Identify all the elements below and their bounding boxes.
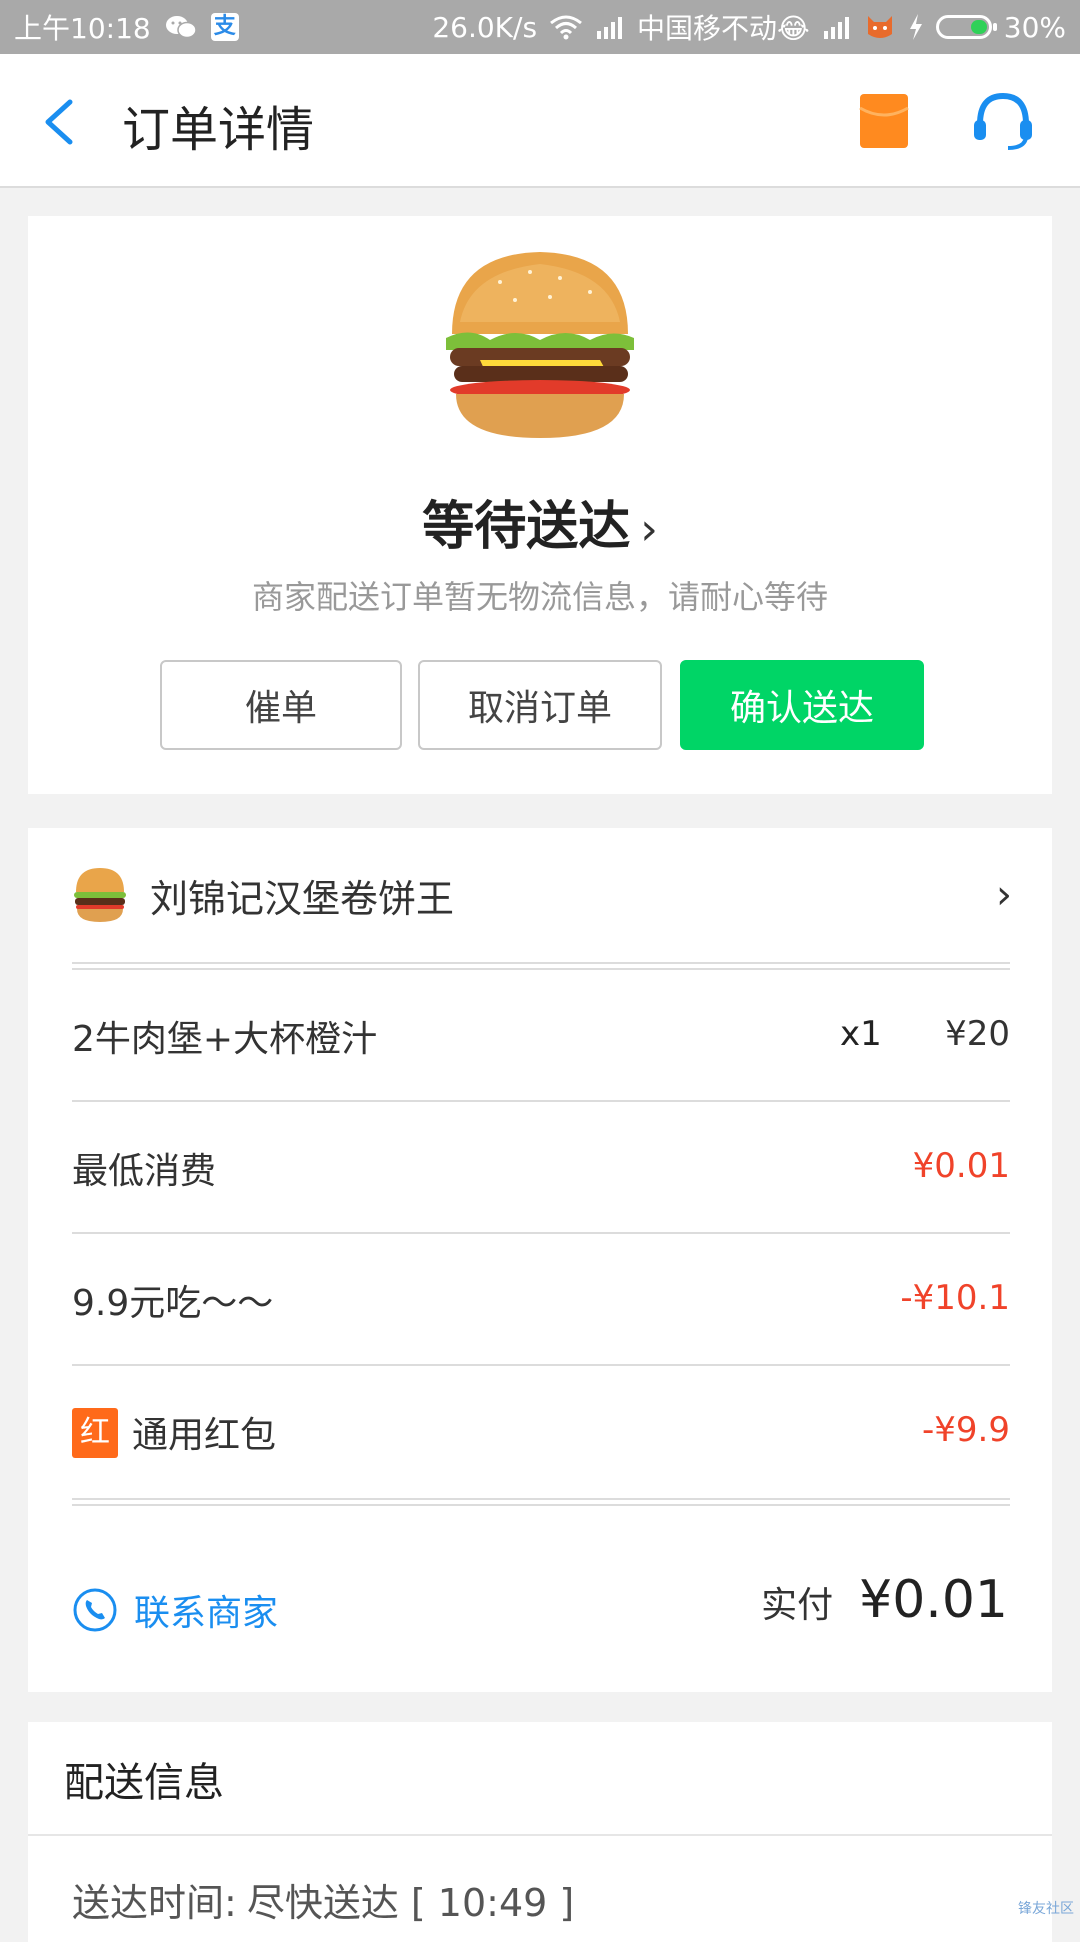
order-detail-card: 刘锦记汉堡卷饼王 › 2牛肉堡+大杯橙汁 x1 ¥20 最低消费 ¥0.01 9… bbox=[28, 828, 1052, 1692]
paid-label: 实付 bbox=[761, 1585, 834, 1626]
status-time: 上午10:18 bbox=[14, 12, 151, 45]
battery-percent: 30% bbox=[1003, 10, 1066, 44]
signal-icon bbox=[597, 17, 623, 39]
delivery-time-label: 送达时间: bbox=[72, 1881, 237, 1925]
status-bar: 上午10:18 支 26.0K/s 中国移不动😂 30% bbox=[0, 0, 1080, 54]
order-item-row: 2牛肉堡+大杯橙汁 x1 ¥20 bbox=[72, 970, 1010, 1102]
delivery-title: 配送信息 bbox=[64, 1760, 224, 1806]
red-packet-name: 通用红包 bbox=[132, 1415, 277, 1456]
shop-row[interactable]: 刘锦记汉堡卷饼王 › bbox=[28, 828, 1052, 964]
chevron-right-icon: › bbox=[640, 504, 658, 555]
divider bbox=[72, 1498, 1010, 1506]
battery-icon bbox=[935, 15, 997, 39]
wechat-icon bbox=[165, 16, 197, 39]
paid-amount: ¥0.01 bbox=[859, 1570, 1008, 1630]
burger-image bbox=[446, 252, 634, 438]
paid-total: 实付 ¥0.01 bbox=[761, 1570, 1008, 1630]
page-title: 订单详情 bbox=[122, 102, 315, 158]
red-packet-icon[interactable] bbox=[858, 92, 910, 150]
red-packet-badge: 红 bbox=[72, 1408, 118, 1458]
chevron-left-icon[interactable] bbox=[36, 94, 86, 150]
headset-icon[interactable] bbox=[970, 90, 1036, 152]
item-name: 2牛肉堡+大杯橙汁 bbox=[72, 1019, 378, 1060]
carrier-name: 中国移不动😂 bbox=[637, 12, 810, 45]
divider bbox=[28, 1834, 1052, 1836]
alipay-icon: 支 bbox=[210, 13, 239, 41]
watermark: 锋友社区 bbox=[1018, 1901, 1074, 1917]
discount-name: 9.9元吃～～ bbox=[72, 1283, 274, 1324]
status-description: 商家配送订单暂无物流信息，请耐心等待 bbox=[251, 578, 828, 616]
divider bbox=[72, 962, 1010, 970]
cat-icon bbox=[867, 16, 892, 38]
contact-merchant-label: 联系商家 bbox=[134, 1593, 279, 1634]
wifi-icon bbox=[550, 15, 582, 40]
discount-amount: -¥10.1 bbox=[900, 1278, 1010, 1318]
order-status-card: 等待送达 › 商家配送订单暂无物流信息，请耐心等待 催单 取消订单 确认送达 bbox=[28, 216, 1052, 794]
red-packet-row: 红 通用红包 -¥9.9 bbox=[72, 1366, 1010, 1498]
discount-row: 9.9元吃～～ -¥10.1 bbox=[72, 1234, 1010, 1366]
fee-name: 最低消费 bbox=[72, 1151, 217, 1192]
urge-order-button[interactable]: 催单 bbox=[160, 660, 402, 750]
signal-icon bbox=[823, 17, 849, 39]
fee-row: 最低消费 ¥0.01 bbox=[72, 1102, 1010, 1234]
delivery-time-value: 尽快送达 [ 10:49 ] bbox=[246, 1881, 575, 1925]
confirm-delivery-button[interactable]: 确认送达 bbox=[680, 660, 924, 750]
item-price: ¥20 bbox=[945, 1014, 1010, 1054]
shop-name: 刘锦记汉堡卷饼王 bbox=[150, 877, 455, 921]
contact-merchant-link[interactable]: 联系商家 bbox=[72, 1584, 278, 1636]
status-title-text: 等待送达 bbox=[422, 497, 631, 557]
charging-icon bbox=[909, 14, 922, 40]
delivery-time: 送达时间: 尽快送达 [ 10:49 ] bbox=[72, 1872, 574, 1927]
red-packet-amount: -¥9.9 bbox=[922, 1410, 1010, 1450]
status-title[interactable]: 等待送达 › bbox=[28, 484, 1052, 559]
cancel-order-button[interactable]: 取消订单 bbox=[418, 660, 662, 750]
delivery-info-card: 配送信息 送达时间: 尽快送达 [ 10:49 ] bbox=[28, 1722, 1052, 1942]
chevron-right-icon: › bbox=[996, 872, 1012, 918]
phone-icon bbox=[73, 1588, 117, 1632]
fee-amount: ¥0.01 bbox=[912, 1146, 1010, 1186]
network-speed: 26.0K/s bbox=[432, 10, 538, 44]
item-quantity: x1 bbox=[840, 1014, 882, 1054]
shop-logo bbox=[74, 868, 126, 922]
app-header: 订单详情 bbox=[0, 54, 1080, 188]
